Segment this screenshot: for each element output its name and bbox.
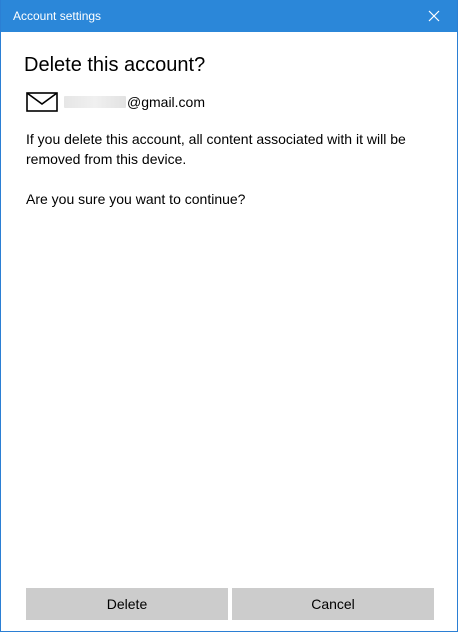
mail-icon bbox=[26, 92, 58, 112]
account-email-row: @gmail.com bbox=[26, 91, 205, 113]
close-button[interactable] bbox=[411, 0, 457, 32]
delete-button[interactable]: Delete bbox=[26, 588, 228, 620]
window-title: Account settings bbox=[13, 9, 102, 23]
confirm-question: Are you sure you want to continue? bbox=[26, 191, 246, 207]
dialog-heading: Delete this account? bbox=[24, 54, 206, 76]
title-bar: Account settings bbox=[1, 0, 457, 32]
cancel-button[interactable]: Cancel bbox=[232, 588, 434, 620]
delete-warning-message: If you delete this account, all content … bbox=[26, 131, 406, 167]
close-icon bbox=[428, 10, 440, 22]
redacted-email-user bbox=[64, 96, 126, 108]
account-email: @gmail.com bbox=[127, 94, 206, 110]
account-settings-window: Account settings Delete this account? @g… bbox=[0, 0, 458, 632]
